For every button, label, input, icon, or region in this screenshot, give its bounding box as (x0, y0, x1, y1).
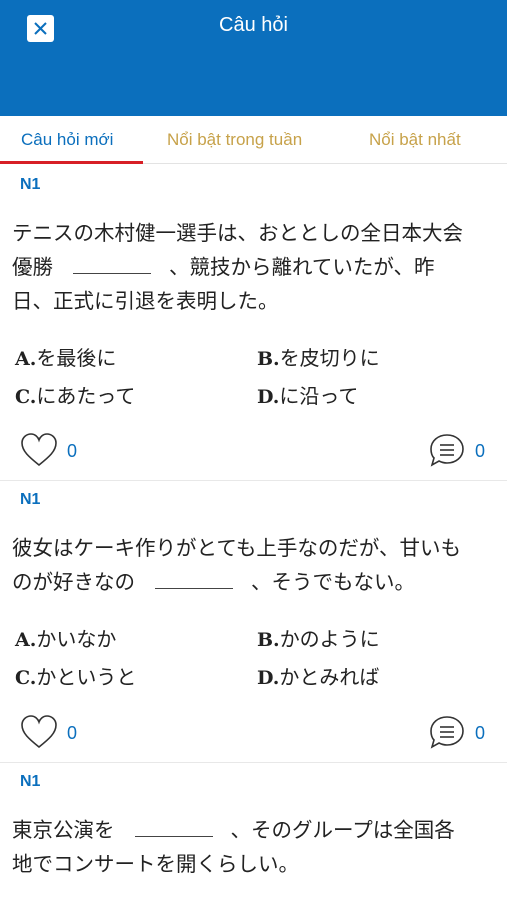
option-letter: B. (257, 348, 280, 370)
option-c[interactable]: C.にあたって (15, 380, 135, 409)
page-title: Câu hỏi (219, 14, 288, 36)
option-letter: A. (15, 629, 37, 651)
like-count: 0 (67, 723, 78, 743)
heart-icon[interactable] (20, 714, 58, 750)
option-text: にあたって (36, 384, 136, 408)
question-text-segment: 、競技から離れていたが、昨 (169, 255, 435, 279)
question-text-segment: のが好きなの (12, 570, 135, 594)
question-text-line: 日、正式に引退を表明した。 (12, 289, 279, 313)
divider (0, 480, 507, 481)
tab-weekly-featured[interactable]: Nổi bật trong tuần (167, 116, 302, 164)
option-letter: B. (257, 629, 280, 651)
divider (0, 762, 507, 763)
option-text: かとみれば (279, 665, 380, 689)
level-badge: N1 (20, 491, 41, 508)
option-a[interactable]: A.かいなか (15, 623, 116, 652)
question-text-line: 地でコンサートを開くらしい。 (12, 852, 299, 876)
question-text: 彼女はケーキ作りがとても上手なのだが、甘いも のが好きなの 、そうでもない。 (12, 531, 500, 599)
comment-count: 0 (475, 723, 486, 743)
heart-icon[interactable] (20, 432, 58, 468)
option-letter: D. (257, 386, 280, 408)
like-count: 0 (67, 441, 78, 461)
answer-blank (134, 815, 213, 837)
tab-bar: Câu hỏi mới Nổi bật trong tuần Nổi bật n… (0, 116, 507, 164)
question-text-segment: 東京公演を (12, 818, 115, 842)
option-b[interactable]: B.を皮切りに (257, 342, 380, 371)
option-letter: A. (15, 348, 37, 370)
option-text: を皮切りに (279, 346, 380, 370)
option-letter: D. (257, 667, 280, 689)
question-text-line: 彼女はケーキ作りがとても上手なのだが、甘いも (12, 536, 461, 560)
tab-most-featured[interactable]: Nổi bật nhất (369, 116, 461, 164)
option-text: に沿って (279, 384, 359, 408)
question-text: テニスの木村健一選手は、おととしの全日本大会 優勝 、競技から離れていたが、昨 日… (12, 216, 500, 318)
active-tab-indicator (0, 161, 143, 164)
app-header: Câu hỏi (0, 0, 507, 116)
answer-blank (155, 567, 233, 589)
comment-icon[interactable] (428, 714, 466, 750)
option-d[interactable]: D.かとみれば (257, 661, 379, 690)
question-text-line: テニスの木村健一選手は、おととしの全日本大会 (12, 221, 463, 245)
option-letter: C. (15, 386, 37, 408)
option-c[interactable]: C.かというと (15, 661, 136, 690)
question-text: 東京公演を 、そのグループは全国各 地でコンサートを開くらしい。 (12, 813, 500, 881)
comment-count: 0 (475, 441, 486, 461)
option-text: かいなか (36, 627, 117, 651)
question-text-segment: 優勝 (12, 255, 53, 279)
option-a[interactable]: A.を最後に (15, 342, 116, 371)
comment-icon[interactable] (428, 432, 466, 468)
option-text: かというと (36, 665, 137, 689)
option-b[interactable]: B.かのように (257, 623, 380, 652)
option-text: かのように (279, 627, 380, 651)
question-text-line: 東京公演を 、そのグループは全国各 (12, 813, 500, 847)
answer-blank (73, 252, 151, 274)
question-text-line: のが好きなの 、そうでもない。 (12, 565, 500, 599)
level-badge: N1 (20, 773, 41, 790)
tab-new-questions[interactable]: Câu hỏi mới (21, 116, 113, 164)
question-text-segment: 、そうでもない。 (251, 570, 415, 594)
option-letter: C. (15, 667, 37, 689)
option-d[interactable]: D.に沿って (257, 380, 358, 409)
question-text-segment: 、そのグループは全国各 (230, 818, 455, 842)
level-badge: N1 (20, 176, 41, 193)
option-text: を最後に (36, 346, 117, 370)
question-text-line: 優勝 、競技から離れていたが、昨 (12, 250, 500, 284)
